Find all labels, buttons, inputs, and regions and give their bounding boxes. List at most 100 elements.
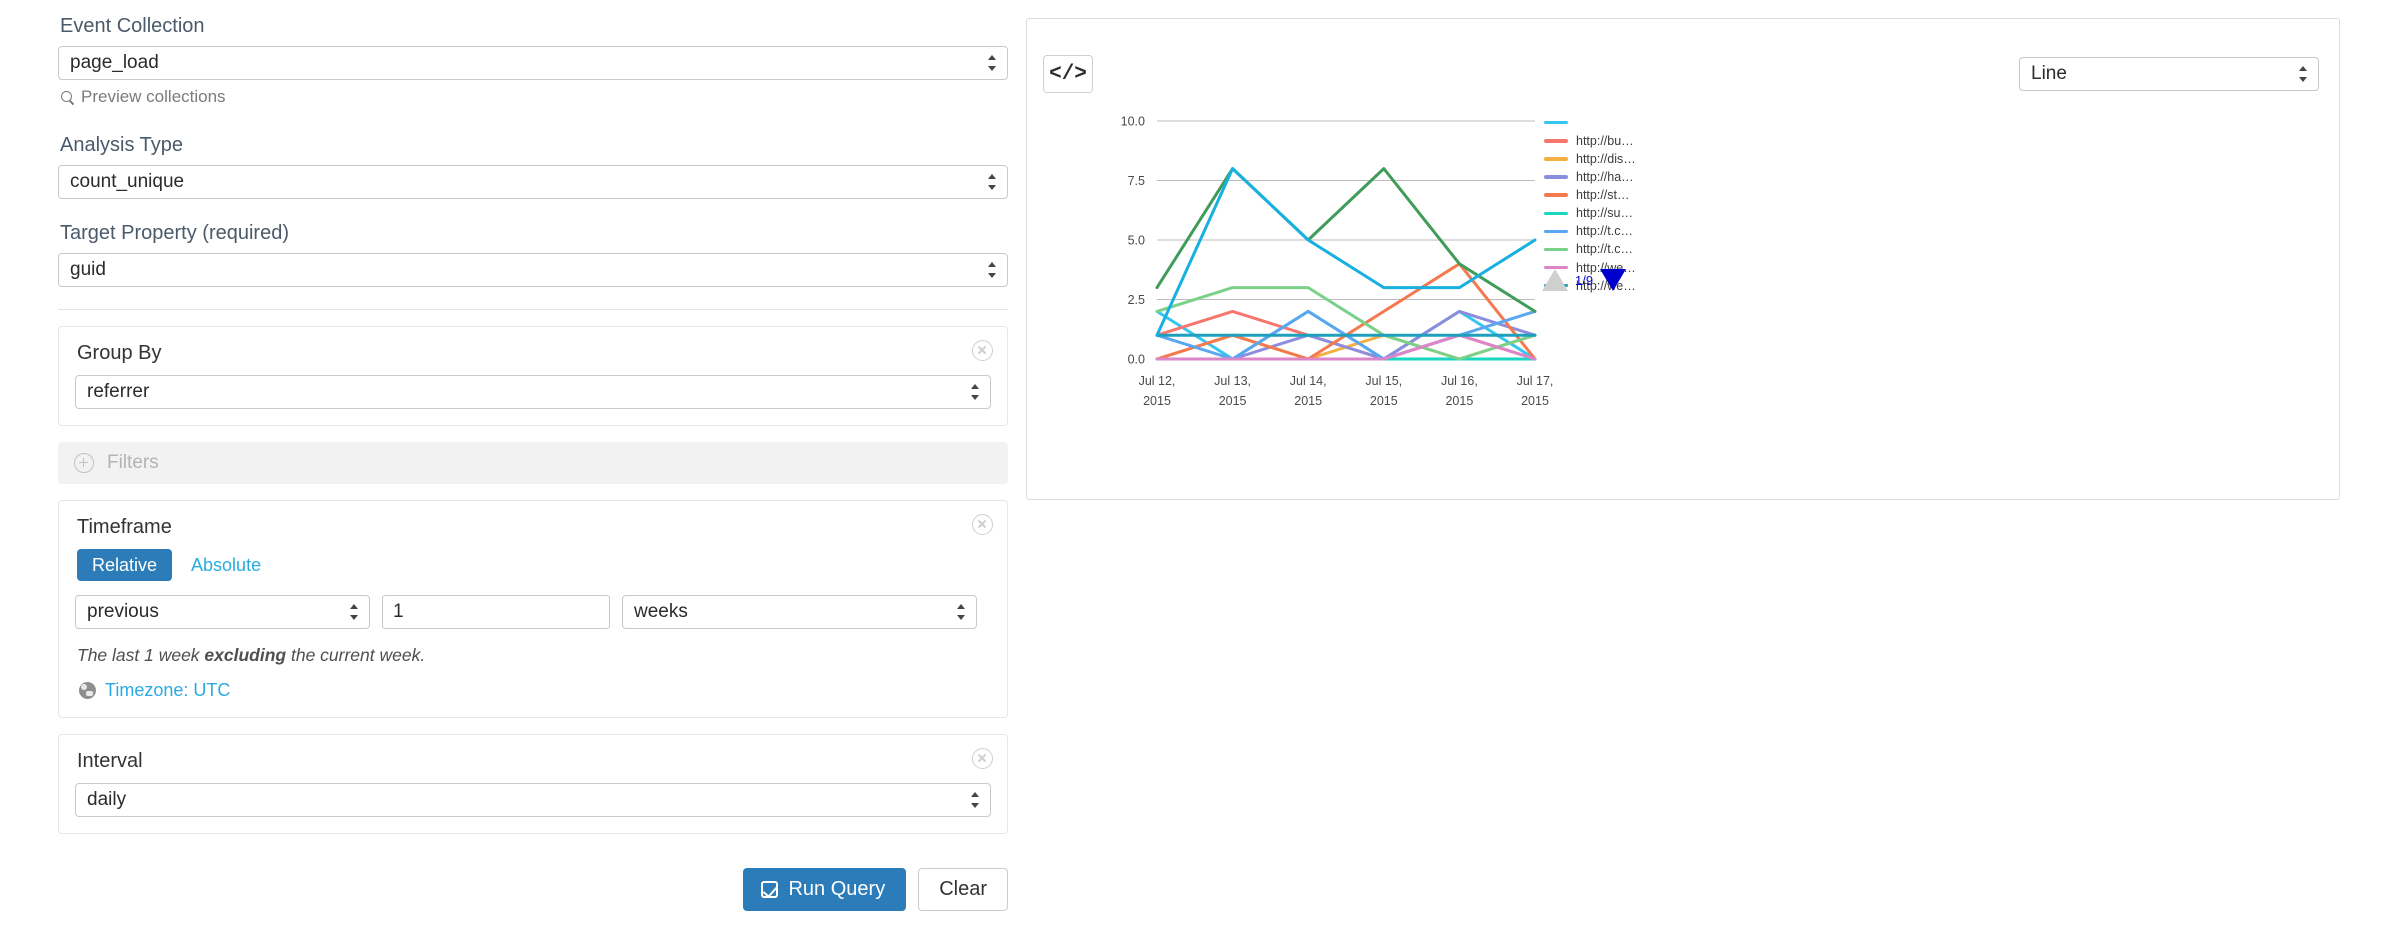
event-collection-select[interactable]: page_load bbox=[58, 46, 1008, 80]
timeframe-amount-input[interactable] bbox=[382, 595, 610, 629]
timeframe-note: The last 1 week excluding the current we… bbox=[77, 645, 991, 666]
event-collection-select-wrap[interactable]: page_load bbox=[58, 46, 1008, 80]
legend-item[interactable] bbox=[1544, 116, 1724, 130]
visualization-type-select[interactable]: Line bbox=[2019, 57, 2319, 91]
tab-relative[interactable]: Relative bbox=[77, 549, 173, 581]
code-icon: </> bbox=[1049, 62, 1087, 86]
legend-item[interactable]: http://t.c… bbox=[1544, 224, 1724, 239]
legend-item[interactable]: http://dis… bbox=[1544, 152, 1724, 166]
timeframe-controls-row: previous weeks bbox=[75, 595, 991, 629]
timeframe-unit-wrap[interactable]: weeks bbox=[622, 595, 977, 629]
legend-color-swatch bbox=[1544, 157, 1568, 161]
interval-select[interactable]: daily bbox=[75, 783, 991, 817]
timeframe-note-suffix: the current week. bbox=[286, 645, 426, 665]
legend-item-label: http://su… bbox=[1576, 206, 1633, 221]
timezone-label: Timezone: UTC bbox=[105, 680, 231, 700]
group-by-select[interactable]: referrer bbox=[75, 375, 991, 409]
analysis-type-group: Analysis Type count_unique bbox=[58, 133, 1008, 199]
legend-color-swatch bbox=[1544, 139, 1568, 143]
timezone-link[interactable]: Timezone: UTC bbox=[79, 680, 991, 701]
y-axis-tick-label: 2.5 bbox=[1128, 293, 1145, 307]
x-axis-tick-label: 2015 bbox=[1445, 394, 1473, 408]
timeframe-direction-wrap[interactable]: previous bbox=[75, 595, 370, 629]
target-property-label: Target Property (required) bbox=[60, 222, 289, 244]
y-axis-tick-label: 0.0 bbox=[1128, 353, 1145, 367]
interval-card: Interval daily bbox=[58, 734, 1008, 834]
interval-select-wrap[interactable]: daily bbox=[75, 783, 991, 817]
x-axis-tick-label: Jul 17, bbox=[1517, 374, 1554, 388]
plus-circle-icon bbox=[74, 453, 94, 473]
analysis-type-select[interactable]: count_unique bbox=[58, 165, 1008, 199]
timeframe-label: Timeframe bbox=[77, 516, 172, 538]
group-by-card: Group By referrer bbox=[58, 326, 1008, 426]
divider bbox=[58, 309, 1008, 310]
target-property-select[interactable]: guid bbox=[58, 253, 1008, 287]
page-root: Event Collection page_load Preview colle… bbox=[0, 0, 2408, 932]
y-axis-tick-label: 7.5 bbox=[1128, 174, 1145, 188]
x-axis-tick-label: Jul 16, bbox=[1441, 374, 1478, 388]
legend-item-label: http://ha… bbox=[1576, 170, 1634, 185]
search-icon bbox=[61, 90, 74, 104]
interval-label: Interval bbox=[77, 750, 143, 772]
group-by-remove-icon[interactable] bbox=[972, 340, 993, 361]
legend-item-label: http://t.c… bbox=[1576, 224, 1633, 239]
x-axis-tick-label: Jul 15, bbox=[1365, 374, 1402, 388]
x-axis-tick-label: 2015 bbox=[1219, 394, 1247, 408]
triangle-up-icon[interactable] bbox=[1542, 269, 1568, 291]
preview-collections-label: Preview collections bbox=[81, 87, 226, 106]
run-query-button[interactable]: Run Query bbox=[743, 868, 907, 911]
filters-add-row[interactable]: Filters bbox=[58, 442, 1008, 484]
legend-pager-count: 1/9 bbox=[1575, 272, 1594, 288]
x-axis-tick-label: Jul 14, bbox=[1290, 374, 1327, 388]
group-by-label: Group By bbox=[77, 342, 162, 364]
analysis-type-label: Analysis Type bbox=[60, 134, 184, 156]
timeframe-card: Timeframe Relative Absolute previous wee… bbox=[58, 500, 1008, 718]
x-axis-tick-label: 2015 bbox=[1143, 394, 1171, 408]
visualization-type-select-wrap[interactable]: Line bbox=[2019, 57, 2319, 91]
interval-remove-icon[interactable] bbox=[972, 748, 993, 769]
legend-color-swatch bbox=[1544, 175, 1568, 179]
legend-item[interactable]: http://bu… bbox=[1544, 134, 1724, 148]
legend-item[interactable]: http://su… bbox=[1544, 206, 1724, 220]
legend-item[interactable]: http://st… bbox=[1544, 188, 1724, 202]
timeframe-note-emphasis: excluding bbox=[204, 645, 287, 665]
x-axis-tick-label: 2015 bbox=[1370, 394, 1398, 408]
x-axis-tick-label: Jul 12, bbox=[1139, 374, 1176, 388]
preview-collections-link[interactable]: Preview collections bbox=[61, 87, 1008, 107]
timeframe-unit-select[interactable]: weeks bbox=[622, 595, 977, 629]
code-view-button[interactable]: </> bbox=[1043, 55, 1093, 93]
target-property-group: Target Property (required) guid bbox=[58, 221, 1008, 287]
timeframe-remove-icon[interactable] bbox=[972, 514, 993, 535]
legend-item-label: http://st… bbox=[1576, 188, 1630, 203]
globe-icon bbox=[79, 682, 96, 699]
y-axis-tick-label: 5.0 bbox=[1128, 234, 1145, 248]
event-collection-label: Event Collection bbox=[60, 15, 205, 37]
timeframe-note-prefix: The last 1 week bbox=[77, 645, 205, 665]
chart-panel: </> Line 0.0 2.5 5.0 7.5 10.0 Jul 12, 2015 Jul … bbox=[1026, 18, 2340, 500]
legend-pager: 1/9 bbox=[1542, 269, 1627, 291]
legend-item-label: http://dis… bbox=[1576, 151, 1636, 166]
legend-color-swatch bbox=[1544, 247, 1568, 252]
legend-item-label: http://t.c… bbox=[1576, 242, 1633, 257]
target-property-select-wrap[interactable]: guid bbox=[58, 253, 1008, 287]
legend-item-label: http://bu… bbox=[1576, 133, 1634, 148]
legend-item[interactable]: http://ha… bbox=[1544, 170, 1724, 184]
group-by-select-wrap[interactable]: referrer bbox=[75, 375, 991, 409]
legend-item[interactable]: http://t.c… bbox=[1544, 242, 1724, 257]
legend-color-swatch bbox=[1544, 211, 1568, 215]
query-actions: Run Query Clear bbox=[58, 868, 1008, 911]
analysis-type-select-wrap[interactable]: count_unique bbox=[58, 165, 1008, 199]
clear-label: Clear bbox=[939, 878, 987, 900]
tab-absolute[interactable]: Absolute bbox=[176, 549, 276, 581]
run-query-label: Run Query bbox=[788, 878, 886, 900]
legend-color-swatch bbox=[1544, 193, 1568, 197]
query-builder-panel: Event Collection page_load Preview colle… bbox=[58, 14, 1008, 932]
clear-button[interactable]: Clear bbox=[918, 868, 1008, 911]
timeframe-direction-select[interactable]: previous bbox=[75, 595, 370, 629]
legend-color-swatch bbox=[1544, 121, 1568, 125]
x-axis-tick-label: 2015 bbox=[1294, 394, 1322, 408]
triangle-down-icon[interactable] bbox=[1600, 269, 1627, 291]
legend-color-swatch bbox=[1544, 229, 1568, 234]
timeframe-amount-wrap[interactable] bbox=[382, 595, 610, 629]
